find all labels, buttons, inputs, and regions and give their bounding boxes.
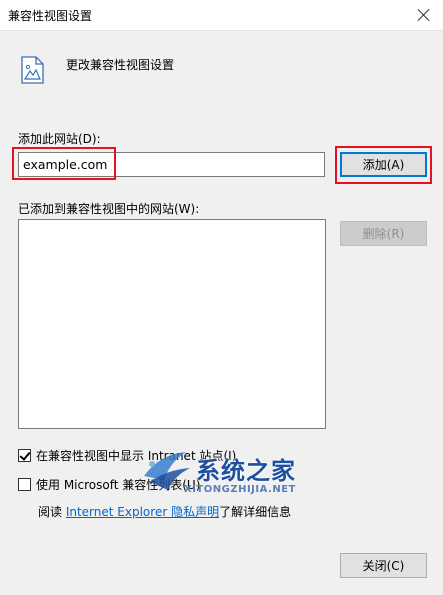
window-title: 兼容性视图设置 [8,9,93,23]
watermark-text: 系统之家 [196,457,296,485]
close-icon[interactable] [413,4,435,26]
privacy-line: 阅读 Internet Explorer 隐私声明了解详细信息 [38,503,291,520]
privacy-link[interactable]: Internet Explorer 隐私声明 [66,505,219,519]
title-bar: 兼容性视图设置 [0,0,443,31]
close-button[interactable]: 关闭(C) [340,553,427,578]
add-button[interactable]: 添加(A) [340,152,427,177]
remove-button[interactable]: 删除(R) [340,221,427,246]
header-text: 更改兼容性视图设置 [66,58,175,72]
microsoft-list-checkbox[interactable] [18,477,31,491]
watermark-url: XITONGZHIJIA.NET [184,484,296,495]
document-image-icon [21,56,44,84]
add-site-label: 添加此网站(D): [18,132,101,146]
site-list-label: 已添加到兼容性视图中的网站(W): [18,202,200,216]
add-site-input[interactable] [18,152,325,177]
site-list[interactable] [18,219,326,429]
intranet-checkbox[interactable] [18,448,31,462]
privacy-prefix: 阅读 [38,505,66,519]
privacy-suffix: 了解详细信息 [219,505,292,519]
